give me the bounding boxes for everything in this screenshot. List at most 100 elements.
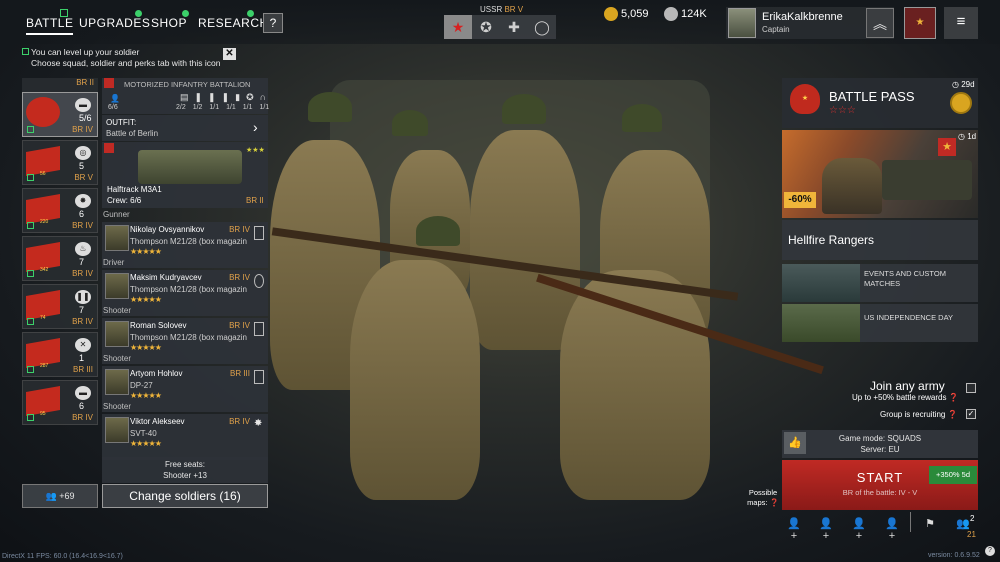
free-seats: Free seats: Shooter +13 bbox=[102, 457, 268, 483]
close-notification-button[interactable]: ✕ bbox=[223, 48, 236, 60]
join-army-title: Join any army bbox=[870, 379, 945, 393]
squad-card[interactable]: 56 ◎ 5 BR V bbox=[22, 140, 98, 185]
vehicle-icon: ▬ bbox=[75, 386, 91, 400]
thumbs-up-icon[interactable]: 👍 bbox=[784, 432, 806, 454]
vehicle-icon: ▬ bbox=[75, 98, 91, 112]
soldier-card[interactable]: Gunner Nikolay Ovsyannikov Thompson M21/… bbox=[102, 210, 268, 268]
squad-top-br: BR II bbox=[22, 78, 98, 92]
tab-battle[interactable]: BATTLE bbox=[26, 16, 74, 35]
gold-balance[interactable]: 5,059 bbox=[604, 7, 649, 21]
add-player-icon[interactable]: 👤+ bbox=[851, 517, 867, 542]
helmet bbox=[502, 94, 546, 124]
soldier-card[interactable]: Shooter Viktor Alekseev SVT-40 ★★★★★ BR … bbox=[102, 402, 268, 460]
gold-coin-icon bbox=[604, 7, 618, 21]
ammo-icon bbox=[254, 370, 264, 384]
explosion-icon: ✸ bbox=[254, 418, 263, 429]
add-player-icon[interactable]: 👤+ bbox=[786, 517, 802, 542]
tab-upgrades[interactable]: UPGRADES bbox=[79, 16, 150, 30]
notification-dot-icon bbox=[182, 10, 189, 17]
circle-icon: ◯ bbox=[534, 19, 550, 35]
game-mode-panel[interactable]: Game mode: SQUADS Server: EU bbox=[782, 430, 978, 458]
explosion-icon: ✸ bbox=[75, 194, 91, 208]
squad-card[interactable]: 342 ♨ 7 BR IV bbox=[22, 236, 98, 281]
event-card[interactable]: US INDEPENDENCE DAY bbox=[782, 304, 978, 342]
squad-card[interactable]: 74 ❚❚ 7 BR IV bbox=[22, 284, 98, 329]
ussr-star-icon: ★ bbox=[938, 138, 956, 156]
menu-button[interactable]: ≡ bbox=[944, 7, 978, 39]
unit-crew: 6/6 bbox=[108, 104, 118, 111]
help-button[interactable]: ? bbox=[263, 13, 283, 33]
soldier-figure bbox=[350, 260, 480, 500]
army-tab-ussr[interactable]: ★ bbox=[444, 15, 472, 39]
avatar[interactable] bbox=[728, 8, 756, 38]
possible-maps[interactable]: Possible maps: ❓ bbox=[740, 488, 786, 508]
unit-badge-icon bbox=[104, 78, 114, 88]
tab-research[interactable]: RESEARCH bbox=[198, 16, 269, 30]
event-image bbox=[782, 264, 860, 302]
silver-balance[interactable]: 124K bbox=[664, 7, 707, 21]
squad-emblem-icon bbox=[26, 97, 60, 127]
army-tab-2[interactable]: ✪ bbox=[472, 15, 500, 39]
soldier-portrait bbox=[105, 417, 129, 443]
outfit-label: OUTFIT: bbox=[106, 118, 137, 127]
battle-pass-days: ◷ 29d bbox=[952, 80, 975, 89]
vehicle-name: Halftrack M3A1 bbox=[107, 185, 162, 194]
tank-image bbox=[882, 160, 972, 200]
info-icon: ❓ bbox=[948, 393, 959, 402]
promo-title[interactable]: Hellfire Rangers bbox=[782, 220, 978, 260]
fps-readout: DirectX 11 FPS: 60.0 (16.4<16.9<16.7) bbox=[2, 553, 123, 560]
profile-name: ErikaKalkbrenne bbox=[762, 11, 843, 23]
unit-stats: 2/2 1/2 1/1 1/1 1/1 1/1 bbox=[176, 104, 270, 111]
group-count: 2 bbox=[970, 514, 975, 523]
group-recruiting-checkbox[interactable]: ✓ bbox=[966, 409, 976, 419]
army-tab-3[interactable]: ✚ bbox=[500, 15, 528, 39]
medal-icon[interactable]: ★ bbox=[904, 7, 936, 39]
battle-pass-title: BATTLE PASS bbox=[829, 89, 915, 104]
notification-square-icon bbox=[27, 318, 34, 325]
ammo-icon bbox=[254, 322, 264, 336]
group-icon: 👥 bbox=[45, 491, 57, 501]
group-icon[interactable]: 👥 bbox=[955, 517, 971, 531]
bonus-badge: +350% 5d bbox=[929, 466, 977, 484]
soldier-figure bbox=[470, 130, 580, 350]
soldiers-scene bbox=[270, 80, 824, 520]
red-star-icon: ★ bbox=[451, 19, 465, 35]
info-icon: ❓ bbox=[947, 410, 958, 419]
add-player-icon[interactable]: 👤+ bbox=[884, 517, 900, 542]
cross-icon: ✚ bbox=[508, 19, 520, 35]
promo-days: ◷ 1d bbox=[958, 132, 977, 141]
tab-shop[interactable]: SHOP bbox=[151, 16, 187, 30]
notification-banner: You can level up your soldier Choose squ… bbox=[22, 47, 238, 71]
squad-card[interactable]: ▬ 5/6 BR IV bbox=[22, 92, 98, 137]
wheel-icon bbox=[254, 274, 264, 288]
event-image bbox=[782, 304, 860, 342]
halftrack-image bbox=[138, 150, 242, 184]
flame-icon: ♨ bbox=[75, 242, 91, 256]
notification-square-icon bbox=[60, 9, 68, 17]
army-label: USSR BR V bbox=[480, 5, 524, 14]
join-army-checkbox[interactable] bbox=[966, 383, 976, 393]
soldiers-image bbox=[822, 158, 882, 214]
add-player-icon[interactable]: 👤+ bbox=[818, 517, 834, 542]
squad-card[interactable]: 95 ▬ 6 BR IV bbox=[22, 380, 98, 425]
vehicle-crew: Crew: 6/6 bbox=[107, 196, 142, 205]
info-icon: ❓ bbox=[769, 498, 779, 507]
notification-square-icon bbox=[27, 414, 34, 421]
star-circle-icon: ✪ bbox=[480, 19, 492, 35]
event-card[interactable]: EVENTS AND CUSTOM MATCHES bbox=[782, 264, 978, 302]
battle-pass-stars: ☆☆☆ bbox=[829, 105, 856, 116]
notification-square-icon bbox=[27, 126, 34, 133]
rank-chevron-icon[interactable]: ︽ bbox=[866, 8, 894, 38]
gold-coin-icon bbox=[950, 92, 972, 114]
squad-card[interactable]: 287 ✕ 1 BR III bbox=[22, 332, 98, 377]
flag-icon[interactable]: ⚑ bbox=[922, 517, 938, 531]
vehicle-badge-icon bbox=[104, 143, 114, 153]
change-soldiers-button[interactable]: Change soldiers (16) bbox=[102, 484, 268, 508]
army-tabs: ★ ✪ ✚ ◯ bbox=[444, 15, 556, 39]
outfit-value: Battle of Berlin bbox=[106, 129, 159, 138]
invite-friends-button[interactable]: 👥 +69 bbox=[22, 484, 98, 508]
army-tab-4[interactable]: ◯ bbox=[528, 15, 556, 39]
squad-card[interactable]: 220 ✸ 6 BR IV bbox=[22, 188, 98, 233]
help-icon[interactable]: ? bbox=[985, 546, 995, 556]
unit-title: MOTORIZED INFANTRY BATTALION bbox=[124, 80, 251, 89]
